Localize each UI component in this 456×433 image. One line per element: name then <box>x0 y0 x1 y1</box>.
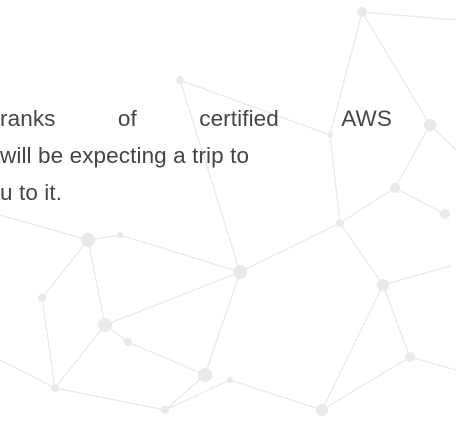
paragraph-line-2: will be expecting a trip to <box>0 143 250 168</box>
paragraph-line-1: ranks of certified AWS <box>0 101 392 137</box>
word: certified <box>199 106 279 131</box>
word: ranks <box>0 106 56 131</box>
word: of <box>117 106 137 131</box>
paragraph-line-3: u to it. <box>0 180 63 205</box>
page: ranks of certified AWS will be expecting… <box>0 0 456 433</box>
word: AWS <box>341 106 392 131</box>
network-lines-icon <box>0 7 456 416</box>
